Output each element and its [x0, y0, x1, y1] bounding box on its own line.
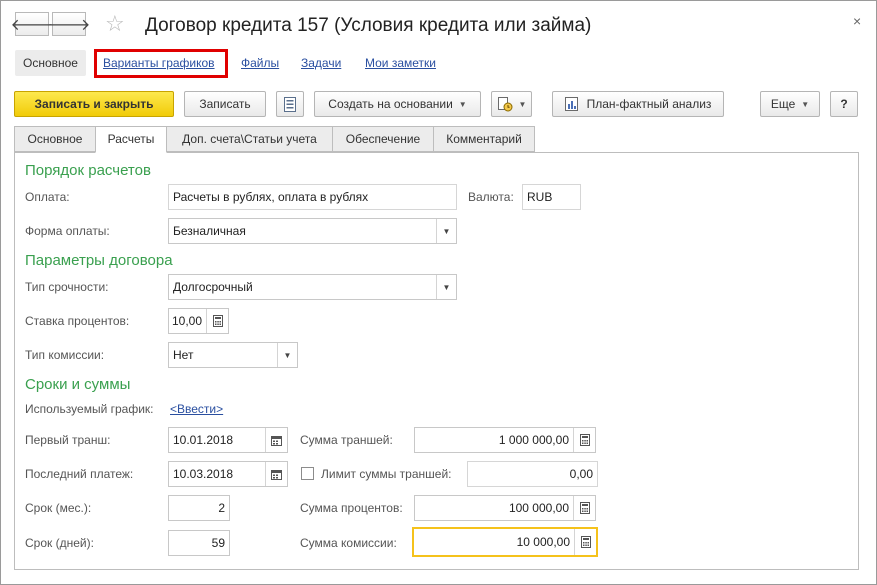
tab-main[interactable]: Основное	[14, 126, 96, 152]
currency-field: RUB	[522, 184, 581, 210]
schedule-label: Используемый график:	[25, 402, 154, 416]
report-icon	[564, 96, 578, 111]
more-button[interactable]: Еще ▼	[760, 91, 820, 117]
tranches-sum-field[interactable]: 1 000 000,00	[414, 427, 596, 453]
save-label: Записать	[199, 97, 251, 111]
dropdown-arrow-icon[interactable]: ▼	[436, 275, 456, 299]
chevron-down-icon: ▼	[518, 99, 527, 109]
interest-rate-value: 10,00	[171, 314, 202, 328]
calculator-icon[interactable]	[206, 309, 228, 333]
calculator-icon[interactable]	[573, 428, 595, 452]
print-menu-button[interactable]: ▼	[491, 91, 532, 117]
currency-label: Валюта:	[468, 190, 514, 204]
section-tasks-link[interactable]: Задачи	[301, 56, 341, 70]
first-tranche-value: 10.01.2018	[173, 433, 234, 447]
group-title-terms-and-sums: Сроки и суммы	[25, 376, 131, 393]
term-months-label: Срок (мес.):	[25, 501, 92, 515]
term-days-value: 59	[211, 536, 225, 550]
document-window: 🡐 🡒 ☆ Договор кредита 157 (Условия креди…	[0, 0, 877, 585]
commission-sum-value: 10 000,00	[516, 535, 570, 549]
arrow-right-icon: 🡒	[47, 16, 91, 34]
save-and-close-label: Записать и закрыть	[34, 97, 154, 111]
tab-extra-accounts[interactable]: Доп. счета\Статьи учета	[166, 126, 333, 152]
interest-sum-field[interactable]: 100 000,00	[414, 495, 596, 521]
tranches-limit-label: Лимит суммы траншей:	[321, 467, 452, 481]
commission-sum-field[interactable]: 10 000,00	[412, 527, 598, 557]
group-title-calculation-order: Порядок расчетов	[25, 162, 151, 179]
back-button[interactable]: 🡐	[11, 12, 53, 36]
term-days-label: Срок (дней):	[25, 536, 94, 550]
term-days-field[interactable]: 59	[168, 530, 230, 556]
section-schedules-link[interactable]: Варианты графиков	[103, 56, 215, 70]
payment-form-value: Безналичная	[173, 224, 246, 238]
chevron-down-icon: ▼	[458, 99, 467, 109]
schedule-enter-link[interactable]: <Ввести>	[170, 402, 223, 416]
last-payment-label: Последний платеж:	[25, 467, 134, 481]
document-list-button[interactable]	[276, 91, 304, 117]
forward-button[interactable]: 🡒	[48, 12, 90, 36]
document-clock-icon	[497, 97, 513, 112]
term-type-value: Долгосрочный	[173, 280, 253, 294]
term-type-select[interactable]: Долгосрочный ▼	[168, 274, 457, 300]
commission-type-select[interactable]: Нет ▼	[168, 342, 298, 368]
list-icon	[284, 96, 296, 112]
payment-form-label: Форма оплаты:	[25, 224, 110, 238]
tranches-limit-value: 0,00	[569, 467, 593, 481]
tranches-limit-checkbox[interactable]	[301, 467, 314, 480]
tab-comment[interactable]: Комментарий	[433, 126, 535, 152]
save-button[interactable]: Записать	[184, 91, 266, 117]
tranches-sum-value: 1 000 000,00	[498, 433, 569, 447]
plan-fact-label: План-фактный анализ	[586, 97, 712, 111]
calendar-icon[interactable]	[265, 428, 287, 452]
commission-type-label: Тип комиссии:	[25, 348, 105, 362]
favorite-star-icon[interactable]: ☆	[105, 12, 125, 36]
commission-sum-label: Сумма комиссии:	[300, 536, 397, 550]
section-files-link[interactable]: Файлы	[241, 56, 279, 70]
group-title-contract-parameters: Параметры договора	[25, 252, 173, 269]
currency-value: RUB	[527, 190, 553, 204]
dropdown-arrow-icon[interactable]: ▼	[436, 219, 456, 243]
create-based-on-label: Создать на основании	[328, 97, 453, 111]
section-main[interactable]: Основное	[15, 50, 86, 76]
chevron-down-icon: ▼	[801, 99, 810, 109]
payment-field: Расчеты в рублях, оплата в рублях	[168, 184, 457, 210]
interest-sum-label: Сумма процентов:	[300, 501, 403, 515]
help-label: ?	[840, 97, 848, 111]
create-based-on-button[interactable]: Создать на основании ▼	[314, 91, 481, 117]
interest-sum-value: 100 000,00	[508, 501, 569, 515]
save-and-close-button[interactable]: Записать и закрыть	[14, 91, 174, 117]
first-tranche-date-field[interactable]: 10.01.2018	[168, 427, 288, 453]
last-payment-date-field[interactable]: 10.03.2018	[168, 461, 288, 487]
term-type-label: Тип срочности:	[25, 280, 109, 294]
tranches-sum-label: Сумма траншей:	[300, 433, 393, 447]
interest-rate-label: Ставка процентов:	[25, 314, 130, 328]
interest-rate-field[interactable]: 10,00	[168, 308, 229, 334]
calculator-icon[interactable]	[573, 496, 595, 520]
more-label: Еще	[770, 97, 796, 111]
dropdown-arrow-icon[interactable]: ▼	[277, 343, 297, 367]
tab-calculations[interactable]: Расчеты	[95, 126, 167, 153]
section-notes-link[interactable]: Мои заметки	[365, 56, 436, 70]
tranches-limit-field[interactable]: 0,00	[467, 461, 598, 487]
calendar-icon[interactable]	[265, 462, 287, 486]
payment-label: Оплата:	[25, 190, 70, 204]
plan-fact-analysis-button[interactable]: План-фактный анализ	[552, 91, 724, 117]
payment-value: Расчеты в рублях, оплата в рублях	[173, 190, 369, 204]
last-payment-value: 10.03.2018	[173, 467, 234, 481]
help-button[interactable]: ?	[830, 91, 858, 117]
first-tranche-label: Первый транш:	[25, 433, 111, 447]
payment-form-select[interactable]: Безналичная ▼	[168, 218, 457, 244]
commission-type-value: Нет	[173, 348, 194, 362]
term-months-field[interactable]: 2	[168, 495, 230, 521]
calculator-icon[interactable]	[574, 529, 596, 555]
tab-collateral[interactable]: Обеспечение	[332, 126, 434, 152]
term-months-value: 2	[218, 501, 225, 515]
window-title: Договор кредита 157 (Условия кредита или…	[145, 15, 592, 36]
close-icon[interactable]: ×	[853, 13, 861, 29]
